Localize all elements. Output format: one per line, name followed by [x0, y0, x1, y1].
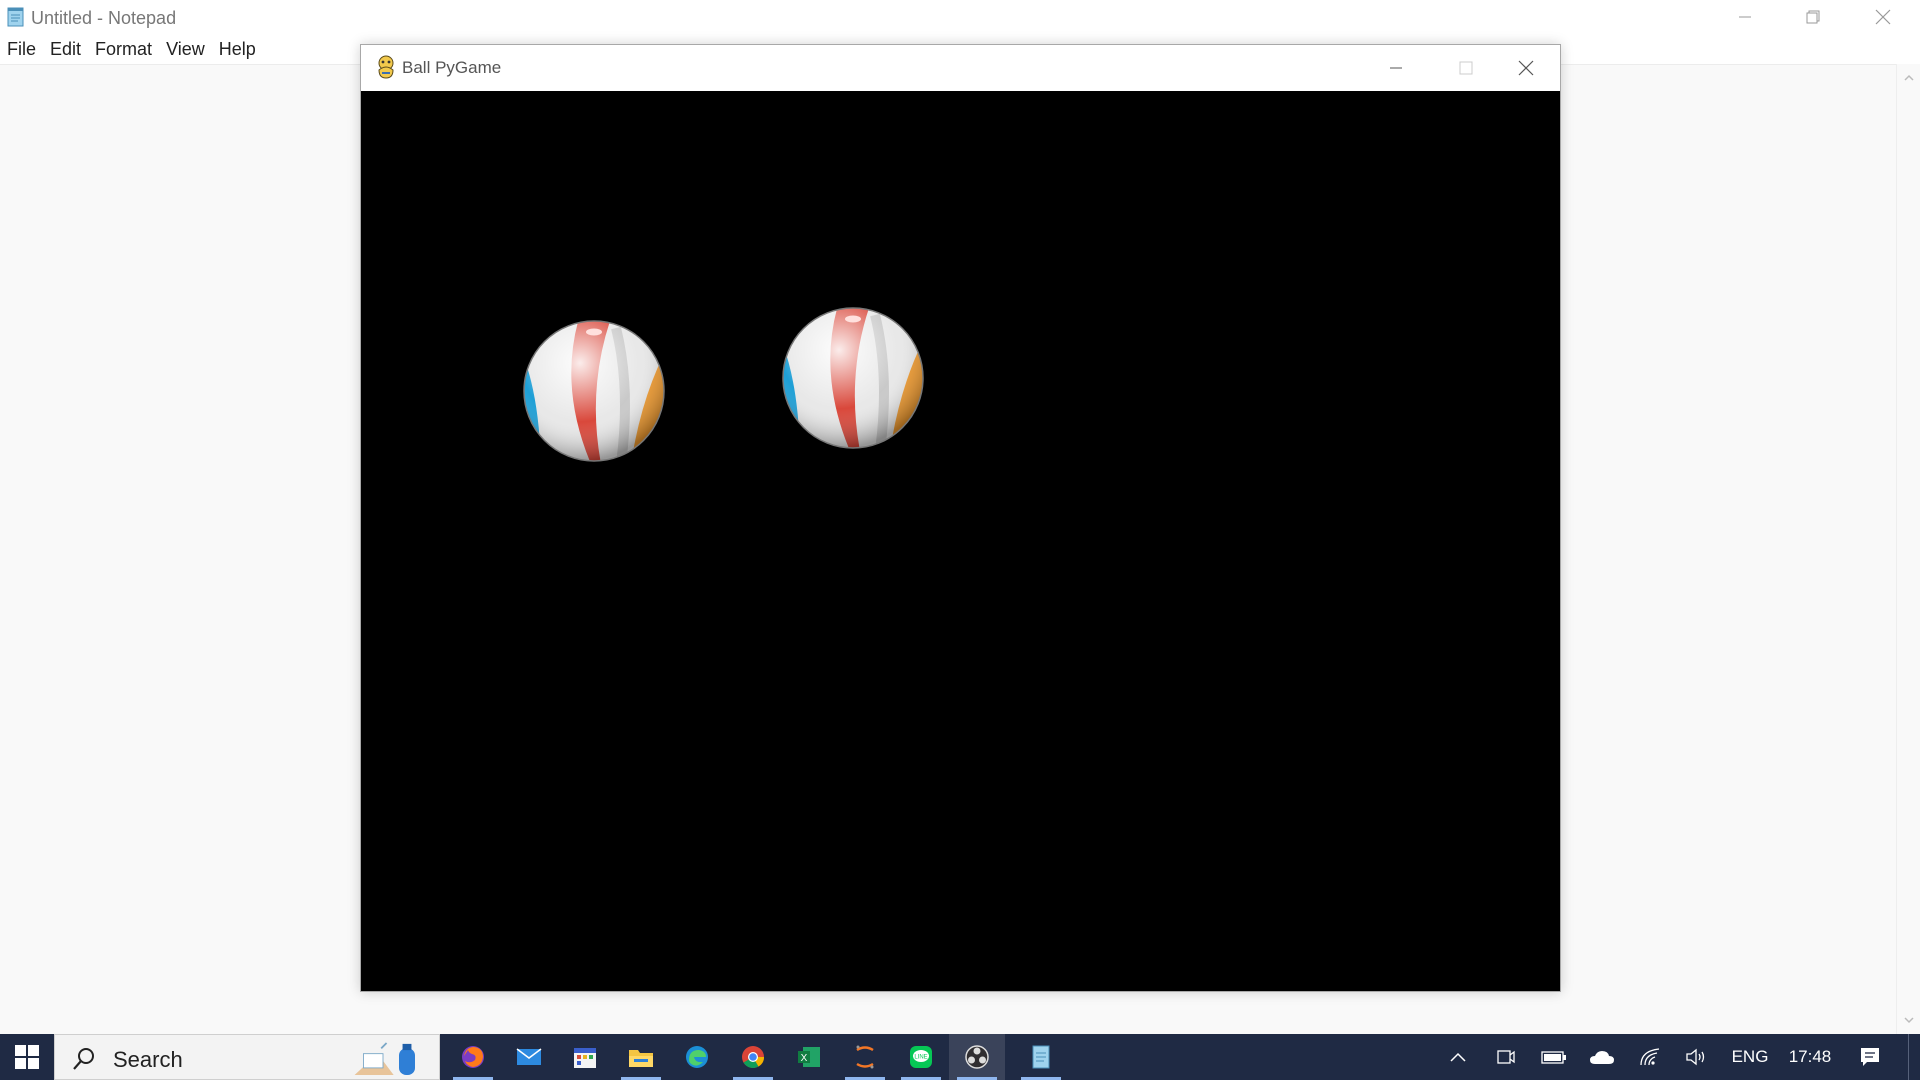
taskbar-excel[interactable]: X	[781, 1034, 837, 1080]
game-canvas[interactable]	[361, 91, 1560, 991]
search-placeholder: Search	[113, 1047, 183, 1072]
taskbar-code-editor[interactable]	[837, 1034, 893, 1080]
meet-now-icon	[1497, 1050, 1515, 1064]
restore-icon	[1806, 10, 1820, 24]
chevron-up-icon	[1450, 1052, 1466, 1062]
restore-button[interactable]	[1778, 0, 1848, 34]
tray-meet-now[interactable]	[1488, 1034, 1524, 1080]
scroll-down-icon[interactable]	[1903, 1014, 1915, 1026]
tray-language[interactable]: ENG	[1722, 1034, 1778, 1080]
notepad-icon	[1032, 1045, 1050, 1069]
battery-icon	[1541, 1051, 1566, 1064]
notepad-menubar: File Edit Format View Help	[0, 36, 263, 64]
close-button[interactable]	[1848, 0, 1918, 34]
tray-onedrive[interactable]	[1582, 1034, 1622, 1080]
taskbar-chrome[interactable]	[725, 1034, 781, 1080]
obs-icon	[965, 1045, 989, 1069]
chrome-icon	[742, 1046, 764, 1068]
pygame-title: Ball PyGame	[402, 58, 502, 77]
minimize-icon	[1739, 16, 1751, 18]
volume-icon	[1686, 1048, 1705, 1066]
show-hidden-icons-button[interactable]	[1440, 1034, 1476, 1080]
code-editor-icon	[856, 1045, 874, 1069]
taskbar-notepad[interactable]	[1013, 1034, 1069, 1080]
windows-logo-icon	[15, 1045, 39, 1069]
taskbar-edge[interactable]	[669, 1034, 725, 1080]
wifi-icon	[1640, 1048, 1660, 1066]
calendar-icon	[574, 1048, 596, 1068]
scroll-up-icon[interactable]	[1903, 72, 1915, 84]
minimize-icon	[1390, 67, 1402, 69]
search-highlight-icon	[354, 1042, 415, 1075]
search-box[interactable]: Search	[54, 1034, 440, 1080]
file-explorer-icon	[629, 1050, 653, 1067]
onedrive-cloud-icon	[1590, 1051, 1614, 1064]
pygame-window: Ball PyGame	[360, 44, 1561, 992]
taskbar-firefox[interactable]	[445, 1034, 501, 1080]
close-icon	[1875, 9, 1891, 25]
clock-time: 17:48	[1788, 1047, 1832, 1066]
notepad-icon	[7, 7, 24, 27]
notepad-title: Untitled - Notepad	[31, 8, 177, 28]
tray-network[interactable]	[1630, 1034, 1670, 1080]
menu-edit[interactable]: Edit	[43, 36, 88, 64]
vertical-scrollbar[interactable]	[1896, 64, 1920, 1034]
notepad-titlebar[interactable]: Untitled - Notepad	[0, 0, 1920, 34]
tray-battery[interactable]	[1534, 1034, 1574, 1080]
edge-icon	[686, 1046, 708, 1068]
maximize-icon	[1459, 61, 1473, 75]
minimize-button[interactable]	[1710, 0, 1780, 34]
close-icon	[1518, 60, 1534, 76]
notification-icon	[1861, 1048, 1879, 1066]
search-icon	[73, 1048, 94, 1070]
menu-view[interactable]: View	[159, 36, 212, 64]
taskbar-file-explorer[interactable]	[613, 1034, 669, 1080]
taskbar-obs[interactable]	[949, 1034, 1005, 1080]
pygame-titlebar[interactable]: Ball PyGame	[361, 45, 1560, 91]
pygame-snake-icon	[378, 55, 394, 79]
menu-file[interactable]: File	[0, 36, 43, 64]
taskbar: Search X LINE ENG 17:48	[0, 1034, 1920, 1080]
taskbar-line[interactable]: LINE	[893, 1034, 949, 1080]
action-center-button[interactable]	[1848, 1034, 1892, 1080]
taskbar-calendar[interactable]	[557, 1034, 613, 1080]
beach-ball-sprite	[523, 320, 665, 462]
mail-icon	[516, 1048, 542, 1065]
language-indicator: ENG	[1731, 1047, 1769, 1066]
svg-text:X: X	[801, 1053, 808, 1064]
tray-volume[interactable]	[1676, 1034, 1716, 1080]
show-desktop-button[interactable]	[1908, 1034, 1920, 1080]
line-icon: LINE	[910, 1046, 932, 1068]
pygame-minimize-button[interactable]	[1361, 45, 1431, 91]
excel-icon: X	[798, 1047, 820, 1067]
beach-ball-sprite	[782, 307, 924, 449]
menu-help[interactable]: Help	[212, 36, 263, 64]
start-button[interactable]	[0, 1034, 54, 1080]
taskbar-mail[interactable]	[501, 1034, 557, 1080]
svg-text:LINE: LINE	[914, 1055, 927, 1061]
firefox-icon	[462, 1046, 484, 1068]
menu-format[interactable]: Format	[88, 36, 159, 64]
tray-clock[interactable]: 17:48	[1780, 1034, 1840, 1080]
pygame-close-button[interactable]	[1491, 45, 1561, 91]
